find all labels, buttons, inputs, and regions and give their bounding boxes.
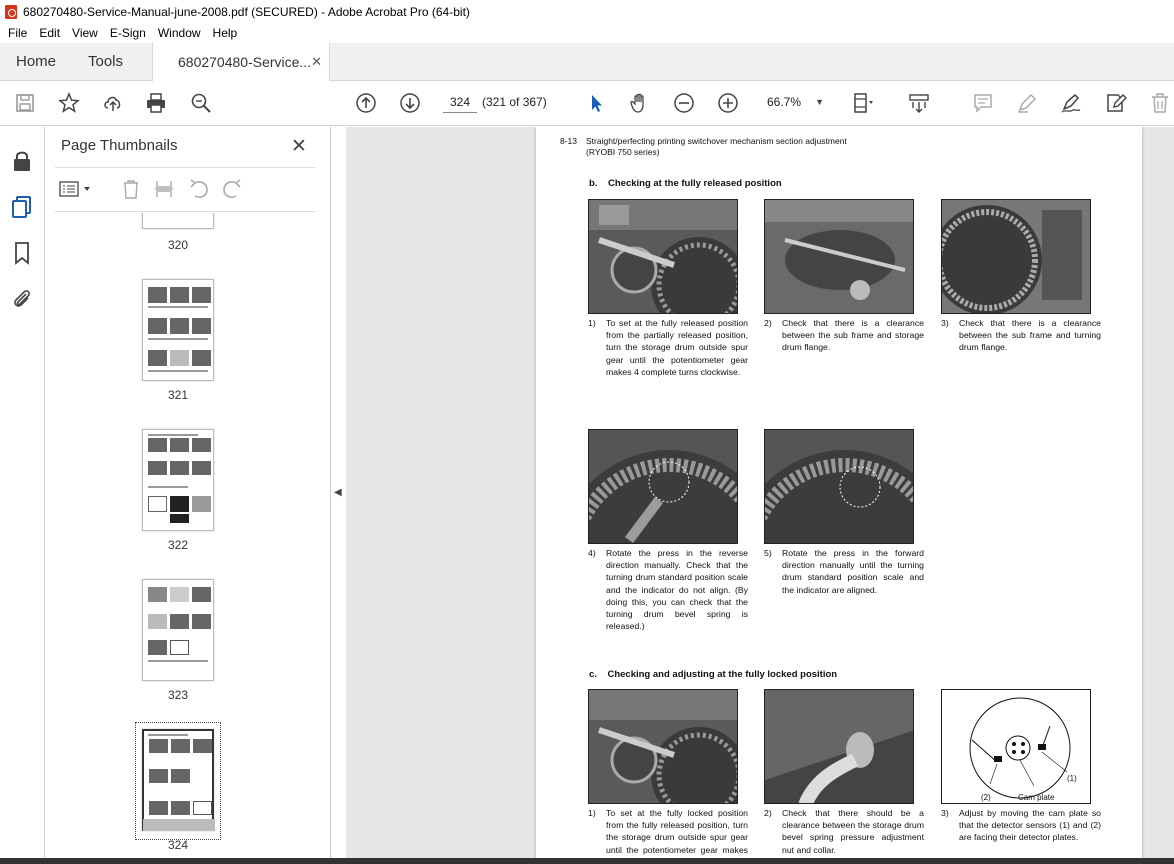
step-caption: 2) Check that there should be a clearance… xyxy=(764,808,924,855)
page-thumbnail-324[interactable] xyxy=(142,729,215,831)
scroll-mode-icon[interactable] xyxy=(907,91,931,115)
menu-view[interactable]: View xyxy=(72,26,98,40)
photo-gear-scale-forward xyxy=(764,429,914,544)
menu-edit[interactable]: Edit xyxy=(39,26,60,40)
thumbnail-page-number: 323 xyxy=(167,688,189,702)
select-cursor-icon[interactable] xyxy=(584,91,608,115)
rotate-clockwise-icon[interactable] xyxy=(221,179,243,199)
tab-document[interactable]: 680270480-Service... ✕ xyxy=(152,43,330,82)
thumbnail-page-number: 321 xyxy=(167,388,189,402)
step-caption: 3) Check that there is a clearance betwee… xyxy=(941,318,1101,353)
page-thumbnails-panel: Page Thumbnails ✕ 320 321 322 323 324 xyxy=(45,127,365,864)
thumbnail-tools xyxy=(57,176,317,202)
panel-title: Page Thumbnails xyxy=(61,137,178,154)
menu-window[interactable]: Window xyxy=(158,26,201,40)
previous-page-icon[interactable] xyxy=(354,91,378,115)
zoom-level-dropdown[interactable]: 66.7% ▼ xyxy=(760,91,830,113)
photo-storage-drum-flange xyxy=(764,199,914,314)
options-menu-icon[interactable] xyxy=(59,180,93,198)
sign-icon[interactable] xyxy=(1059,91,1083,115)
zoom-search-icon[interactable] xyxy=(189,91,213,115)
diagram-label-cam-plate: Cam plate xyxy=(1018,793,1055,802)
taskbar-edge xyxy=(0,858,1174,864)
page-thumbnails-icon[interactable] xyxy=(10,195,34,219)
fit-page-icon[interactable] xyxy=(851,91,875,115)
step-caption: 1) To set at the fully locked position fr… xyxy=(588,808,748,864)
photo-wrench-gear xyxy=(588,199,738,314)
menu-esign[interactable]: E-Sign xyxy=(110,26,146,40)
photo-turning-drum-flange xyxy=(941,199,1091,314)
edit-pdf-icon[interactable] xyxy=(1104,91,1128,115)
page-thumbnail-323[interactable] xyxy=(142,579,214,681)
step-caption: 4) Rotate the press in the reverse direct… xyxy=(588,548,748,632)
delete-page-icon[interactable] xyxy=(121,179,141,199)
pdf-page: 8-13 Straight/perfecting printing switch… xyxy=(536,127,1142,864)
attachments-paperclip-icon[interactable] xyxy=(10,287,34,311)
photo-gear-scale-reverse xyxy=(588,429,738,544)
page-thumbnail-320[interactable] xyxy=(142,213,214,229)
page-thumbnail-322[interactable] xyxy=(142,429,214,531)
step-caption: 3) Adjust by moving the cam plate so that… xyxy=(941,808,1101,843)
thumbnail-page-number: 320 xyxy=(167,238,189,252)
highlight-pen-icon[interactable] xyxy=(1015,91,1039,115)
menu-file[interactable]: File xyxy=(8,26,27,40)
comment-icon[interactable] xyxy=(971,91,995,115)
tab-bar: Home Tools 680270480-Service... ✕ xyxy=(0,43,1174,82)
cam-plate-diagram: (1) (2) Cam plate xyxy=(941,689,1091,804)
close-panel-icon[interactable]: ✕ xyxy=(291,135,307,158)
section-number: 8-13 xyxy=(560,136,578,146)
bookmarks-icon[interactable] xyxy=(10,241,34,265)
lock-icon[interactable] xyxy=(10,149,34,173)
hand-tool-icon[interactable] xyxy=(628,91,652,115)
collapse-panel-arrow-icon[interactable]: ◀ xyxy=(334,487,342,498)
menu-help[interactable]: Help xyxy=(213,26,238,40)
left-navigation-rail xyxy=(0,127,45,864)
divider xyxy=(55,211,315,212)
photo-bevel-spring-nut xyxy=(764,689,914,804)
page-thumbnail-321[interactable] xyxy=(142,279,214,381)
delete-trash-icon[interactable] xyxy=(1148,91,1172,115)
photo-wrench-locked xyxy=(588,689,738,804)
section-title: Straight/perfecting printing switchover … xyxy=(586,136,847,158)
subsection-b-heading: b. Checking at the fully released positi… xyxy=(589,178,782,189)
extract-pages-icon[interactable] xyxy=(154,179,174,199)
chevron-down-icon: ▼ xyxy=(815,97,824,107)
menu-bar: File Edit View E-Sign Window Help xyxy=(0,23,1174,43)
upload-cloud-icon[interactable] xyxy=(101,91,125,115)
tab-tools[interactable]: Tools xyxy=(88,43,123,81)
step-caption: 1) To set at the fully released position … xyxy=(588,318,748,377)
title-bar: 680270480-Service-Manual-june-2008.pdf (… xyxy=(0,0,1174,23)
diagram-label-1: (1) xyxy=(1067,774,1077,783)
print-icon[interactable] xyxy=(144,91,168,115)
thumbnail-page-number: 324 xyxy=(167,838,189,852)
page-count-label: (321 of 367) xyxy=(482,95,547,109)
document-canvas[interactable]: 8-13 Straight/perfecting printing switch… xyxy=(346,127,1174,864)
tab-document-label: 680270480-Service... xyxy=(178,54,312,70)
step-caption: 5) Rotate the press in the forward direct… xyxy=(764,548,924,595)
section-title-line1: Straight/perfecting printing switchover … xyxy=(586,136,847,146)
zoom-in-icon[interactable] xyxy=(716,91,740,115)
tab-home[interactable]: Home xyxy=(16,43,56,81)
window-title: 680270480-Service-Manual-june-2008.pdf (… xyxy=(23,4,470,19)
diagram-label-2: (2) xyxy=(981,793,991,802)
bookmark-star-icon[interactable] xyxy=(57,91,81,115)
divider xyxy=(55,167,315,168)
thumbnail-page-number: 322 xyxy=(167,538,189,552)
next-page-icon[interactable] xyxy=(398,91,422,115)
section-title-line2: (RYOBI 750 series) xyxy=(586,147,660,157)
subsection-c-heading: c. Checking and adjusting at the fully l… xyxy=(589,669,838,680)
zoom-out-icon[interactable] xyxy=(672,91,696,115)
main-toolbar xyxy=(0,81,1174,126)
rotate-counterclockwise-icon[interactable] xyxy=(188,179,210,199)
acrobat-pdf-icon xyxy=(5,4,17,19)
zoom-level-value: 66.7% xyxy=(767,95,802,109)
step-caption: 2) Check that there is a clearance betwee… xyxy=(764,318,924,353)
save-icon[interactable] xyxy=(13,91,37,115)
close-tab-icon[interactable]: ✕ xyxy=(311,43,322,81)
page-number-input[interactable]: 324 xyxy=(443,91,477,113)
thumbnail-list: 320 321 322 323 324 xyxy=(45,213,315,858)
